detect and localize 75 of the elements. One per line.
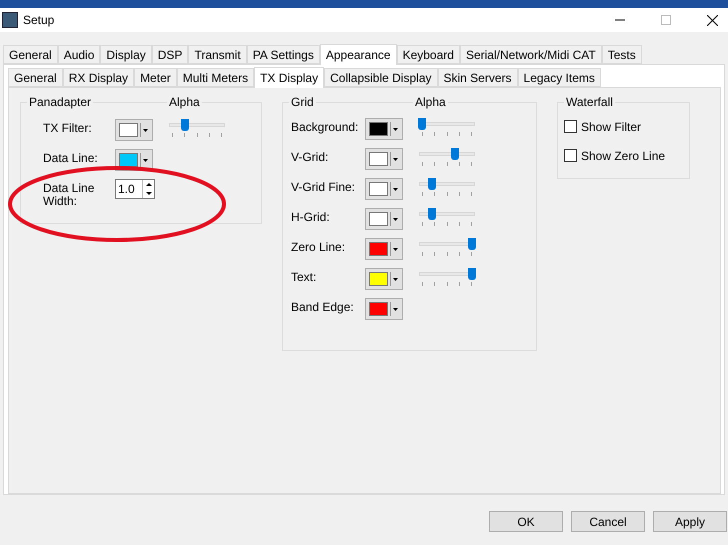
tab[interactable]: Keyboard bbox=[396, 45, 460, 64]
caret-icon bbox=[143, 128, 148, 132]
color-picker-button[interactable] bbox=[365, 298, 403, 320]
color-picker-button[interactable] bbox=[365, 148, 403, 170]
field-label: Data Line Width: bbox=[43, 180, 96, 208]
color-picker-button[interactable] bbox=[365, 118, 403, 140]
slider-thumb[interactable] bbox=[428, 208, 436, 220]
group-title: Panadapter bbox=[27, 95, 94, 109]
caret-icon bbox=[393, 278, 398, 280]
slider-thumb[interactable] bbox=[450, 148, 458, 160]
tab[interactable]: TX Display bbox=[254, 67, 324, 88]
tab[interactable]: Appearance bbox=[320, 44, 397, 65]
color-picker-button[interactable] bbox=[365, 238, 403, 260]
caret-icon bbox=[143, 158, 148, 162]
caret-icon bbox=[393, 248, 398, 250]
group-title: Waterfall bbox=[564, 95, 615, 109]
dialog-button[interactable]: Apply bbox=[653, 511, 727, 532]
tab[interactable]: Multi Meters bbox=[176, 68, 254, 87]
field-label: Zero Line: bbox=[291, 239, 346, 254]
field-label: Data Line: bbox=[43, 150, 99, 165]
tab[interactable]: Display bbox=[100, 45, 152, 64]
slider-thumb[interactable] bbox=[180, 119, 188, 131]
alpha-slider[interactable] bbox=[418, 148, 476, 168]
caret-icon bbox=[393, 188, 398, 190]
tab[interactable]: General bbox=[3, 45, 58, 64]
field-label: V-Grid Fine: bbox=[291, 179, 356, 194]
alpha-slider[interactable] bbox=[418, 268, 476, 288]
field-label: Background: bbox=[291, 119, 360, 134]
field-label: Band Edge: bbox=[291, 299, 355, 314]
field-label: TX Filter: bbox=[43, 120, 93, 135]
tab[interactable]: Meter bbox=[134, 68, 177, 87]
checkbox-option[interactable]: Show Zero Line bbox=[564, 141, 689, 170]
color-picker-button[interactable] bbox=[365, 208, 403, 230]
caret-icon bbox=[393, 158, 398, 160]
app-icon bbox=[2, 12, 18, 28]
checkbox[interactable] bbox=[564, 149, 577, 162]
number-spinner[interactable]: 1.0 bbox=[115, 179, 155, 199]
alpha-label: Alpha bbox=[167, 95, 202, 109]
field-label: H-Grid: bbox=[291, 209, 331, 224]
slider-thumb[interactable] bbox=[468, 238, 476, 250]
slider-thumb[interactable] bbox=[468, 268, 476, 280]
tab[interactable]: Transmit bbox=[188, 45, 247, 64]
checkbox[interactable] bbox=[564, 120, 577, 133]
slider-thumb[interactable] bbox=[418, 118, 426, 130]
caret-icon bbox=[393, 308, 398, 310]
alpha-slider[interactable] bbox=[168, 119, 226, 139]
slider-thumb[interactable] bbox=[428, 178, 436, 190]
color-picker-button[interactable] bbox=[365, 178, 403, 200]
dialog-button[interactable]: Cancel bbox=[571, 511, 645, 532]
tab[interactable]: Audio bbox=[58, 45, 100, 64]
alpha-slider[interactable] bbox=[418, 238, 476, 258]
color-picker-button[interactable] bbox=[365, 268, 403, 290]
window-title: Setup bbox=[23, 12, 54, 29]
checkbox-option[interactable]: Show Filter bbox=[564, 112, 689, 141]
close-icon[interactable] bbox=[707, 14, 718, 26]
tab[interactable]: DSP bbox=[152, 45, 188, 64]
tab[interactable]: General bbox=[8, 68, 63, 87]
tab[interactable]: Serial/Network/Midi CAT bbox=[460, 45, 602, 64]
alpha-slider[interactable] bbox=[418, 178, 476, 198]
field-label: Text: bbox=[291, 269, 318, 284]
color-picker-button[interactable] bbox=[115, 119, 153, 141]
alpha-slider[interactable] bbox=[418, 208, 476, 228]
tab[interactable]: Skin Servers bbox=[438, 68, 518, 87]
alpha-label: Alpha bbox=[413, 95, 448, 109]
dialog-button[interactable]: OK bbox=[489, 511, 563, 532]
tab[interactable]: RX Display bbox=[62, 68, 134, 87]
alpha-slider[interactable] bbox=[418, 118, 476, 138]
tab[interactable]: PA Settings bbox=[246, 45, 320, 64]
tab[interactable]: Legacy Items bbox=[518, 68, 601, 87]
caret-icon bbox=[393, 128, 398, 130]
field-label: V-Grid: bbox=[291, 149, 330, 164]
tab[interactable]: Collapsible Display bbox=[324, 68, 438, 87]
tab[interactable]: Tests bbox=[602, 45, 642, 64]
caret-icon bbox=[393, 218, 398, 220]
group-title: Grid bbox=[289, 95, 316, 109]
